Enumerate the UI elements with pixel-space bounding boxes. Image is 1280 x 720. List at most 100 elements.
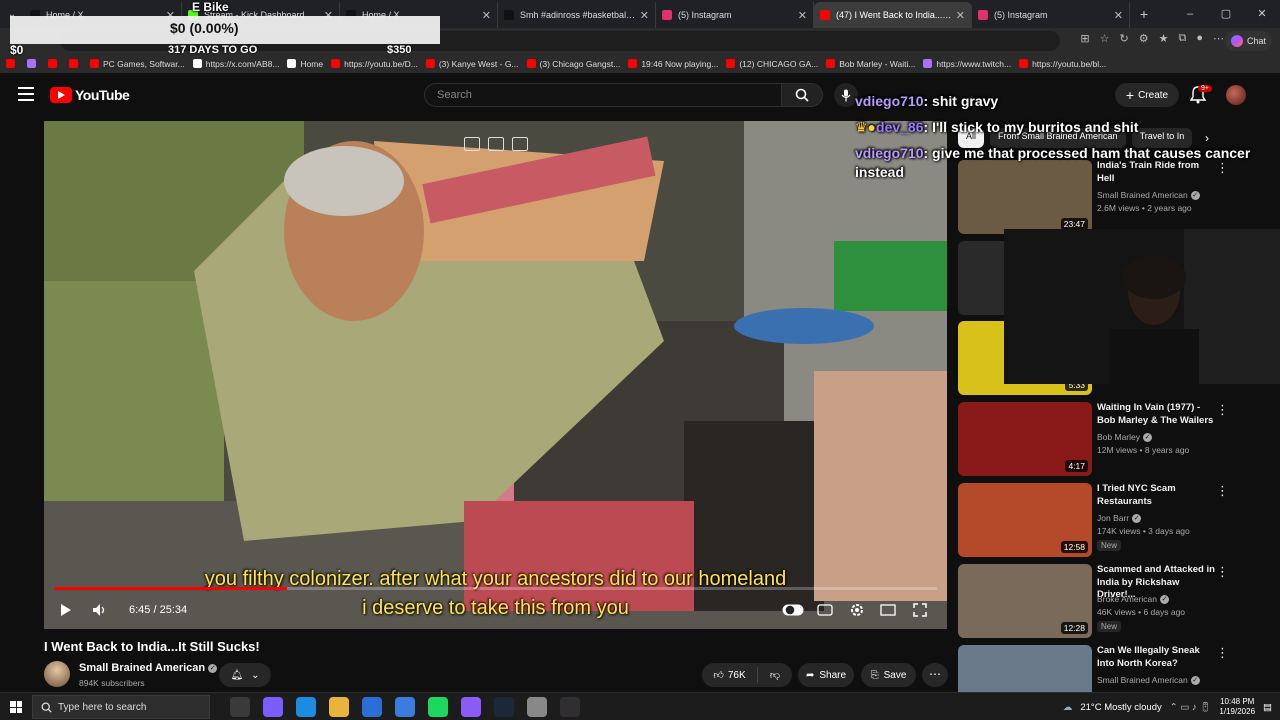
captions-icon[interactable] <box>817 604 833 616</box>
app-blue-icon[interactable] <box>395 697 415 717</box>
profile-icon[interactable]: ● <box>1196 32 1203 45</box>
taskbar-search[interactable]: Type here to search <box>32 695 210 719</box>
steam-icon[interactable] <box>494 697 514 717</box>
related-video-channel[interactable]: Small Brained American ✓ <box>1097 675 1200 686</box>
tab-close-icon[interactable]: ✕ <box>956 9 965 22</box>
search-input[interactable]: Search <box>424 83 782 107</box>
like-button[interactable]: 👍︎ 76K <box>702 667 758 683</box>
bookmark-label: 19:46 Now playing... <box>641 58 719 69</box>
favorite-star-icon[interactable]: ☆ <box>1100 32 1110 45</box>
bookmark-item[interactable]: https://youtu.be/bl... <box>1019 59 1106 69</box>
related-video-item[interactable]: 4:17 Waiting In Vain (1977) - Bob Marley … <box>958 402 1270 478</box>
search-icon <box>41 702 52 713</box>
theater-mode-icon[interactable] <box>880 604 896 616</box>
more-icon[interactable]: ⋯ <box>1213 32 1224 45</box>
save-button[interactable]: ⎘ Save <box>861 663 916 687</box>
more-actions-icon[interactable]: ⋯ <box>922 663 948 687</box>
tab-close-icon[interactable]: ✕ <box>798 9 807 22</box>
tray-icons[interactable]: ⌃ ▭ ♪ 🔋︎ <box>1170 702 1212 713</box>
share-button[interactable]: ➦ Share <box>798 663 854 687</box>
bookmark-item[interactable]: 19:46 Now playing... <box>628 59 718 69</box>
youtube-logo[interactable]: YouTube <box>50 87 130 103</box>
refresh-icon[interactable]: ↻ <box>1120 32 1129 45</box>
collections-icon[interactable]: ⧉ <box>1178 32 1186 45</box>
file-explorer-icon[interactable] <box>329 697 349 717</box>
favorites-icon[interactable]: ★ <box>1159 32 1169 45</box>
app-gray-icon[interactable] <box>527 697 547 717</box>
related-video-title[interactable]: Can We Illegally Sneak Into North Korea? <box>1097 645 1217 670</box>
browser-tab[interactable]: (5) Instagram ✕ <box>972 2 1130 28</box>
miniplayer-icon[interactable] <box>464 137 480 151</box>
video-thumbnail[interactable]: 12:58 <box>958 483 1092 557</box>
task-view-icon[interactable] <box>230 697 250 717</box>
video-thumbnail[interactable]: 12:28 <box>958 564 1092 638</box>
browser-tab[interactable]: (47) I Went Back to India...It S ✕ <box>814 2 972 28</box>
more-options-icon[interactable]: ⋮ <box>1216 645 1229 661</box>
related-video-channel[interactable]: Small Brained American ✓ <box>1097 190 1200 201</box>
windows-start-icon[interactable] <box>10 701 22 713</box>
copy-icon[interactable] <box>512 137 528 151</box>
bookmark-item[interactable]: (12) CHICAGO GA... <box>726 59 818 69</box>
bookmark-item[interactable] <box>6 59 19 68</box>
browser-tab[interactable]: (5) Instagram ✕ <box>656 2 814 28</box>
store-icon[interactable] <box>362 697 382 717</box>
maximize-button[interactable]: ▢ <box>1208 0 1244 28</box>
clock[interactable]: 10:48 PM 1/19/2026 <box>1219 697 1255 717</box>
bookmark-item[interactable]: https://youtu.be/D... <box>331 59 418 69</box>
related-video-item[interactable]: 12:28 Scammed and Attacked in India by Ri… <box>958 564 1270 640</box>
minimize-button[interactable]: – <box>1172 0 1208 28</box>
volume-icon[interactable] <box>92 603 108 617</box>
settings-gear-icon[interactable] <box>849 602 865 618</box>
bookmark-favicon-icon <box>331 59 341 68</box>
tab-close-icon[interactable]: ✕ <box>1114 9 1123 22</box>
related-video-item[interactable]: 12:58 I Tried NYC Scam Restaurants ⋮ Jon Ba… <box>958 483 1270 559</box>
bookmark-item[interactable] <box>69 59 82 68</box>
app-purple-icon[interactable] <box>461 697 481 717</box>
browser-tab[interactable]: Smh #adinross #basketball #psyc ✕ <box>498 2 656 28</box>
related-video-channel[interactable]: Broke American ✓ <box>1097 594 1169 605</box>
related-video-channel[interactable]: Bob Marley ✓ <box>1097 432 1152 443</box>
bookmark-item[interactable]: https://x.com/AB8... <box>192 59 279 69</box>
new-tab-button[interactable]: + <box>1130 6 1158 22</box>
more-options-icon[interactable]: ⋮ <box>1216 483 1229 499</box>
fullscreen-icon[interactable] <box>913 603 927 617</box>
related-video-title[interactable]: Waiting In Vain (1977) - Bob Marley & Th… <box>1097 402 1217 427</box>
bookmark-item[interactable] <box>48 59 61 68</box>
autoplay-toggle[interactable] <box>782 604 804 616</box>
tab-close-icon[interactable]: ✕ <box>482 9 491 22</box>
tab-close-icon[interactable]: ✕ <box>640 9 649 22</box>
bookmark-item[interactable]: PC Games, Softwar... <box>90 59 185 69</box>
bookmark-item[interactable] <box>27 59 40 68</box>
obs-icon[interactable] <box>560 697 580 717</box>
dislike-button[interactable]: 👎︎ <box>758 669 792 681</box>
related-video-channel[interactable]: Jon Barr ✓ <box>1097 513 1142 524</box>
more-options-icon[interactable]: ⋮ <box>1216 402 1229 418</box>
search-button[interactable] <box>781 83 823 107</box>
video-thumbnail[interactable]: 4:17 <box>958 402 1092 476</box>
app-available-icon[interactable]: ⊞ <box>1080 32 1089 45</box>
bookmark-item[interactable]: Home <box>287 59 323 69</box>
webcam-feed <box>1004 229 1280 384</box>
related-video-title[interactable]: I Tried NYC Scam Restaurants <box>1097 483 1217 508</box>
bookmark-item[interactable]: (3) Chicago Gangst... <box>526 59 620 69</box>
notification-center-icon[interactable]: ▤ <box>1263 702 1272 713</box>
crop-icon[interactable] <box>488 137 504 151</box>
play-icon[interactable] <box>60 603 72 617</box>
channel-name[interactable]: Small Brained American ✓ <box>79 662 218 674</box>
extensions-icon[interactable]: ⚙ <box>1139 32 1149 45</box>
copilot-chat-button[interactable]: Chat <box>1224 31 1272 51</box>
bookmark-item[interactable]: (3) Kanye West - G... <box>425 59 519 69</box>
channel-avatar[interactable] <box>44 661 70 687</box>
more-options-icon[interactable]: ⋮ <box>1216 564 1229 580</box>
close-window-button[interactable]: ✕ <box>1244 0 1280 28</box>
video-player[interactable]: you filthy colonizer. after what your an… <box>44 121 947 629</box>
edge-icon[interactable] <box>296 697 316 717</box>
bookmark-item[interactable]: https://www.twitch... <box>923 59 1011 69</box>
screen: ⌄ Home / X✕Stream - Kick Dashboard✕Home … <box>0 0 1280 720</box>
progress-bar[interactable] <box>54 587 937 590</box>
spotify-icon[interactable] <box>428 697 448 717</box>
copilot-icon[interactable] <box>263 697 283 717</box>
subscription-bell-button[interactable]: 🔔︎ ⌄ <box>219 663 271 687</box>
bookmark-item[interactable]: Bob Marley - Waiti... <box>826 59 915 69</box>
menu-icon[interactable] <box>18 87 34 101</box>
